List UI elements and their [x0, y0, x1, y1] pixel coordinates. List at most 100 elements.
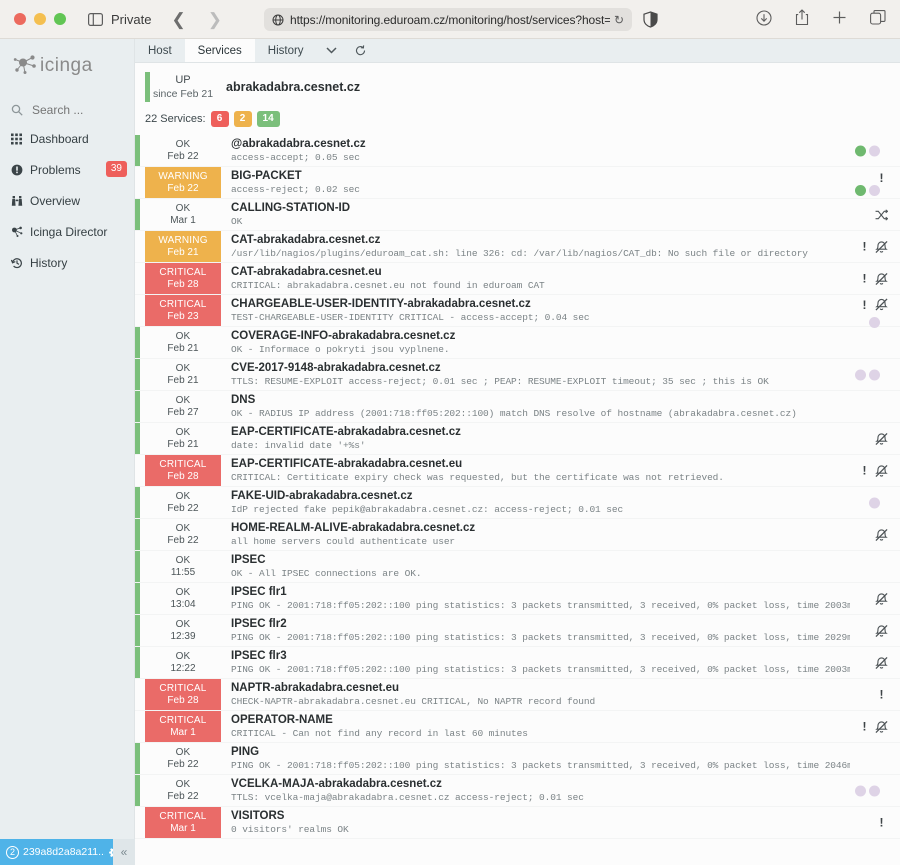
- browser-nav-arrows[interactable]: ❮ ❯: [171, 11, 222, 28]
- forward-icon[interactable]: ❯: [208, 11, 222, 28]
- maximize-window-button[interactable]: [54, 13, 66, 25]
- service-name[interactable]: FAKE-UID-abrakadabra.cesnet.cz: [231, 490, 850, 502]
- comment-exclamation-icon[interactable]: !: [875, 816, 888, 830]
- notifications-disabled-icon[interactable]: [875, 624, 888, 637]
- service-name[interactable]: COVERAGE-INFO-abrakadabra.cesnet.cz: [231, 330, 850, 342]
- flapping-shuffle-icon[interactable]: [875, 208, 888, 221]
- tab-services[interactable]: Services: [184, 39, 255, 62]
- service-name[interactable]: VCELKA-MAJA-abrakadabra.cesnet.cz: [231, 778, 850, 790]
- service-state-cell[interactable]: CRITICAL Feb 23: [145, 295, 221, 326]
- notifications-disabled-icon[interactable]: [875, 240, 888, 253]
- notifications-disabled-icon[interactable]: [875, 298, 888, 311]
- service-row[interactable]: OK Feb 21 COVERAGE-INFO-abrakadabra.cesnet…: [135, 327, 900, 359]
- service-state-cell[interactable]: OK Feb 22: [135, 519, 221, 550]
- summary-ok-badge[interactable]: 14: [256, 111, 280, 127]
- service-name[interactable]: BIG-PACKET: [231, 170, 850, 182]
- service-state-cell[interactable]: OK Mar 1: [135, 199, 221, 230]
- service-state-cell[interactable]: OK Feb 21: [135, 359, 221, 390]
- icinga-logo[interactable]: icinga: [0, 39, 134, 79]
- sidebar-item-problems[interactable]: Problems 39: [0, 156, 134, 183]
- tab-history[interactable]: History: [255, 39, 317, 62]
- plus-icon[interactable]: [832, 10, 847, 30]
- current-user-label[interactable]: 239a8d2a8a211...: [23, 846, 105, 858]
- notifications-disabled-icon[interactable]: [875, 656, 888, 669]
- notifications-disabled-icon[interactable]: [875, 592, 888, 605]
- tab-host[interactable]: Host: [135, 39, 185, 62]
- service-state-cell[interactable]: CRITICAL Feb 28: [145, 455, 221, 486]
- notifications-disabled-icon[interactable]: [875, 464, 888, 477]
- service-name[interactable]: EAP-CERTIFICATE-abrakadabra.cesnet.eu: [231, 458, 850, 470]
- service-state-cell[interactable]: CRITICAL Mar 1: [145, 807, 221, 838]
- service-state-dot-icon[interactable]: [869, 145, 880, 156]
- host-state-dot-icon[interactable]: [855, 145, 866, 156]
- host-state-dot-icon[interactable]: [855, 185, 866, 196]
- notification-count-icon[interactable]: 2: [6, 845, 19, 859]
- service-row[interactable]: OK Feb 22 @abrakadabra.cesnet.cz access-acc…: [135, 135, 900, 167]
- sidebar-item-icinga-director[interactable]: Icinga Director: [0, 218, 134, 245]
- service-name[interactable]: IPSEC flr1: [231, 586, 850, 598]
- service-row[interactable]: CRITICAL Feb 28 EAP-CERTIFICATE-abrakadabr…: [135, 455, 900, 487]
- share-icon[interactable]: [795, 9, 809, 31]
- service-state-dot-icon[interactable]: [869, 369, 880, 380]
- service-name[interactable]: VISITORS: [231, 810, 850, 822]
- service-state-dot-icon[interactable]: [855, 785, 866, 796]
- comment-exclamation-icon[interactable]: !: [875, 171, 888, 185]
- service-row[interactable]: OK Feb 22 FAKE-UID-abrakadabra.cesnet.cz Id…: [135, 487, 900, 519]
- summary-warning-badge[interactable]: 2: [233, 111, 252, 127]
- service-name[interactable]: EAP-CERTIFICATE-abrakadabra.cesnet.cz: [231, 426, 850, 438]
- service-state-cell[interactable]: OK Feb 21: [135, 423, 221, 454]
- service-state-cell[interactable]: OK Feb 27: [135, 391, 221, 422]
- service-state-cell[interactable]: CRITICAL Mar 1: [145, 711, 221, 742]
- service-state-dot-icon[interactable]: [869, 497, 880, 508]
- minimize-window-button[interactable]: [34, 13, 46, 25]
- shield-icon[interactable]: [643, 11, 658, 33]
- service-row[interactable]: CRITICAL Feb 23 CHARGEABLE-USER-IDENTITY-a…: [135, 295, 900, 328]
- service-name[interactable]: CVE-2017-9148-abrakadabra.cesnet.cz: [231, 362, 850, 374]
- host-state-row[interactable]: UP since Feb 21 abrakadabra.cesnet.cz: [135, 72, 900, 102]
- comment-exclamation-icon[interactable]: !: [858, 240, 871, 254]
- service-row[interactable]: OK 12:39 IPSEC flr2 PING OK - 2001:718:ff05…: [135, 615, 900, 647]
- service-row[interactable]: OK Mar 1 CALLING-STATION-ID OK: [135, 199, 900, 231]
- sidebar-item-overview[interactable]: Overview: [0, 187, 134, 214]
- service-state-cell[interactable]: CRITICAL Feb 28: [145, 263, 221, 294]
- service-row[interactable]: CRITICAL Mar 1 VISITORS 0 visitors' realms …: [135, 807, 900, 839]
- address-bar[interactable]: https://monitoring.eduroam.cz/monitoring…: [264, 8, 632, 31]
- notifications-disabled-icon[interactable]: [875, 432, 888, 445]
- service-row[interactable]: WARNING Feb 22 BIG-PACKET access-reject; 0.…: [135, 167, 900, 199]
- comment-exclamation-icon[interactable]: !: [858, 272, 871, 286]
- reload-icon[interactable]: [346, 39, 375, 62]
- sidebar-search[interactable]: [0, 95, 134, 125]
- service-row[interactable]: OK Feb 21 CVE-2017-9148-abrakadabra.cesnet…: [135, 359, 900, 391]
- notifications-disabled-icon[interactable]: [875, 528, 888, 541]
- service-state-cell[interactable]: OK Feb 22: [135, 135, 221, 166]
- service-row[interactable]: CRITICAL Feb 28 NAPTR-abrakadabra.cesnet.e…: [135, 679, 900, 711]
- service-name[interactable]: IPSEC: [231, 554, 850, 566]
- comment-exclamation-icon[interactable]: !: [858, 464, 871, 478]
- reload-icon[interactable]: ↻: [614, 13, 624, 27]
- service-state-cell[interactable]: OK 12:39: [135, 615, 221, 646]
- sidebar-item-history[interactable]: History: [0, 249, 134, 276]
- service-state-cell[interactable]: WARNING Feb 22: [145, 167, 221, 198]
- chevron-double-left-icon[interactable]: «: [113, 839, 135, 865]
- service-name[interactable]: CHARGEABLE-USER-IDENTITY-abrakadabra.ces…: [231, 298, 850, 310]
- window-traffic-lights[interactable]: [14, 13, 66, 25]
- service-name[interactable]: CALLING-STATION-ID: [231, 202, 850, 214]
- service-state-cell[interactable]: OK Feb 22: [135, 775, 221, 806]
- sidebar-item-dashboard[interactable]: Dashboard: [0, 125, 134, 152]
- service-row[interactable]: OK 12:22 IPSEC flr3 PING OK - 2001:718:ff05…: [135, 647, 900, 679]
- service-state-dot-icon[interactable]: [855, 369, 866, 380]
- close-window-button[interactable]: [14, 13, 26, 25]
- service-row[interactable]: CRITICAL Mar 1 OPERATOR-NAME CRITICAL - Can…: [135, 711, 900, 743]
- service-state-cell[interactable]: OK Feb 21: [135, 327, 221, 358]
- comment-exclamation-icon[interactable]: !: [858, 298, 871, 312]
- service-row[interactable]: OK 11:55 IPSEC OK - All IPSEC connections a…: [135, 551, 900, 583]
- back-icon[interactable]: ❮: [171, 11, 185, 28]
- service-row[interactable]: OK 13:04 IPSEC flr1 PING OK - 2001:718:ff05…: [135, 583, 900, 615]
- service-state-cell[interactable]: OK 12:22: [135, 647, 221, 678]
- service-row[interactable]: OK Feb 22 HOME-REALM-ALIVE-abrakadabra.ces…: [135, 519, 900, 551]
- service-row[interactable]: OK Feb 22 VCELKA-MAJA-abrakadabra.cesnet.c…: [135, 775, 900, 807]
- comment-exclamation-icon[interactable]: !: [858, 720, 871, 734]
- search-input[interactable]: [30, 102, 116, 118]
- service-name[interactable]: CAT-abrakadabra.cesnet.cz: [231, 234, 850, 246]
- service-row[interactable]: OK Feb 27 DNS OK - RADIUS IP address (2001:…: [135, 391, 900, 423]
